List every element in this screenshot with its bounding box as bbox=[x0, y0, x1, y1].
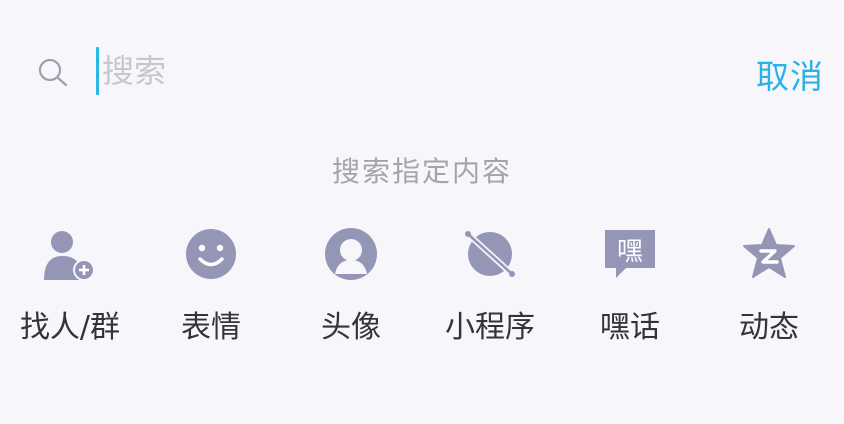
chat-bubble-icon: 嘿 bbox=[605, 230, 655, 278]
category-mini-programs[interactable]: 小程序 bbox=[425, 222, 555, 352]
category-label: 表情 bbox=[181, 310, 241, 345]
smiley-icon bbox=[186, 229, 236, 279]
text-caret bbox=[96, 47, 99, 95]
category-grid: 找人/群 表情 头像 小程序 嘿 嘿话 动态 bbox=[0, 222, 844, 352]
category-label: 嘿话 bbox=[600, 310, 660, 345]
category-find-people[interactable]: 找人/群 bbox=[5, 222, 135, 352]
search-bar: 取消 bbox=[0, 0, 844, 140]
cancel-button[interactable]: 取消 bbox=[756, 50, 824, 98]
search-icon bbox=[38, 58, 68, 87]
avatar-icon bbox=[325, 228, 377, 280]
category-label: 小程序 bbox=[445, 310, 535, 345]
category-stickers[interactable]: 表情 bbox=[146, 222, 276, 352]
star-z-icon bbox=[743, 228, 795, 278]
category-secret-chat[interactable]: 嘿 嘿话 bbox=[565, 222, 695, 352]
category-label: 头像 bbox=[321, 310, 381, 345]
add-person-icon bbox=[44, 231, 95, 281]
category-label: 动态 bbox=[739, 310, 799, 345]
section-title: 搜索指定内容 bbox=[331, 155, 512, 188]
planet-icon bbox=[465, 231, 515, 277]
search-input[interactable] bbox=[96, 46, 702, 96]
svg-text:嘿: 嘿 bbox=[617, 237, 643, 267]
category-avatar[interactable]: 头像 bbox=[286, 222, 416, 352]
category-moments[interactable]: 动态 bbox=[704, 222, 834, 352]
category-label: 找人/群 bbox=[19, 310, 121, 345]
